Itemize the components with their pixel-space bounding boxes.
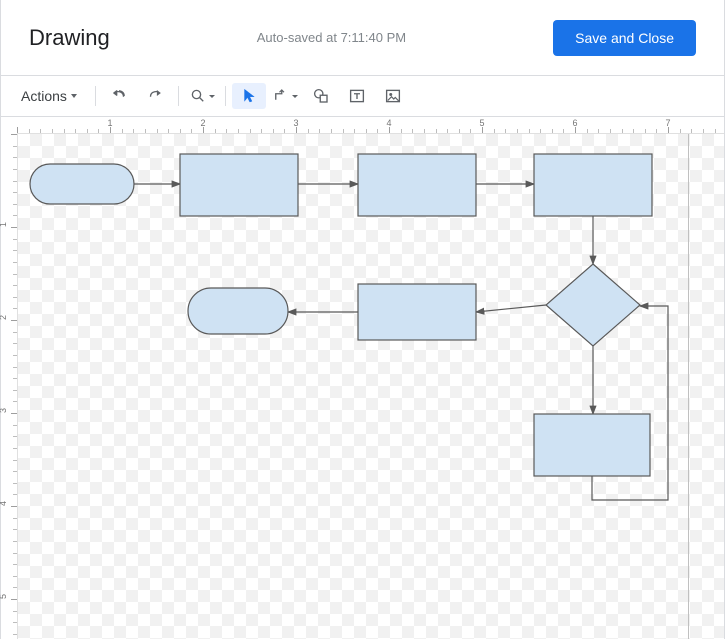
- undo-icon: [110, 87, 128, 105]
- ruler-h-label: 2: [200, 118, 205, 128]
- caret-down-icon: [292, 95, 298, 98]
- textbox-tool[interactable]: [340, 83, 374, 109]
- undo-button[interactable]: [102, 83, 136, 109]
- ruler-v-label: 2: [0, 315, 8, 320]
- ruler-h-label: 3: [293, 118, 298, 128]
- dialog-header: Drawing Auto-saved at 7:11:40 PM Save an…: [1, 0, 724, 76]
- shape-tool[interactable]: [304, 83, 338, 109]
- zoom-icon: [189, 87, 207, 105]
- ruler-h-label: 1: [107, 118, 112, 128]
- shape-process[interactable]: [534, 414, 650, 476]
- ruler-h-label: 5: [479, 118, 484, 128]
- separator: [178, 86, 179, 106]
- image-tool[interactable]: [376, 83, 410, 109]
- shape-process[interactable]: [180, 154, 298, 216]
- toolbar: Actions: [1, 76, 724, 117]
- workspace: 1 2 3 4 5: [1, 134, 724, 639]
- ruler-v-label: 1: [0, 222, 8, 227]
- caret-down-icon: [209, 95, 215, 98]
- actions-menu[interactable]: Actions: [9, 83, 89, 109]
- drawing-dialog: Drawing Auto-saved at 7:11:40 PM Save an…: [0, 0, 725, 639]
- line-icon: [272, 87, 290, 105]
- ruler-h-label: 7: [665, 118, 670, 128]
- diagram-svg: [18, 134, 718, 639]
- shape-process[interactable]: [358, 154, 476, 216]
- autosave-status: Auto-saved at 7:11:40 PM: [110, 30, 553, 45]
- line-tool[interactable]: [268, 83, 302, 109]
- ruler-vertical: 1 2 3 4 5: [1, 134, 18, 639]
- select-tool[interactable]: [232, 83, 266, 109]
- ruler-h-label: 4: [386, 118, 391, 128]
- redo-button[interactable]: [138, 83, 172, 109]
- ruler-v-label: 5: [0, 594, 8, 599]
- shape-process[interactable]: [534, 154, 652, 216]
- shape-decision[interactable]: [546, 264, 640, 346]
- redo-icon: [146, 87, 164, 105]
- shape-icon: [312, 87, 330, 105]
- image-icon: [384, 87, 402, 105]
- ruler-h-label: 6: [572, 118, 577, 128]
- separator: [95, 86, 96, 106]
- actions-label: Actions: [21, 88, 67, 104]
- zoom-button[interactable]: [185, 83, 219, 109]
- shape-terminator[interactable]: [30, 164, 134, 204]
- dialog-title: Drawing: [29, 25, 110, 51]
- textbox-icon: [348, 87, 366, 105]
- save-and-close-button[interactable]: Save and Close: [553, 20, 696, 56]
- caret-down-icon: [71, 94, 77, 98]
- shape-process[interactable]: [358, 284, 476, 340]
- connector[interactable]: [476, 305, 546, 312]
- ruler-horizontal: 1 2 3 4 5 6 7: [17, 117, 724, 134]
- ruler-v-label: 4: [0, 501, 8, 506]
- ruler-v-label: 3: [0, 408, 8, 413]
- shape-terminator[interactable]: [188, 288, 288, 334]
- cursor-icon: [240, 87, 258, 105]
- separator: [225, 86, 226, 106]
- drawing-canvas[interactable]: [18, 134, 724, 639]
